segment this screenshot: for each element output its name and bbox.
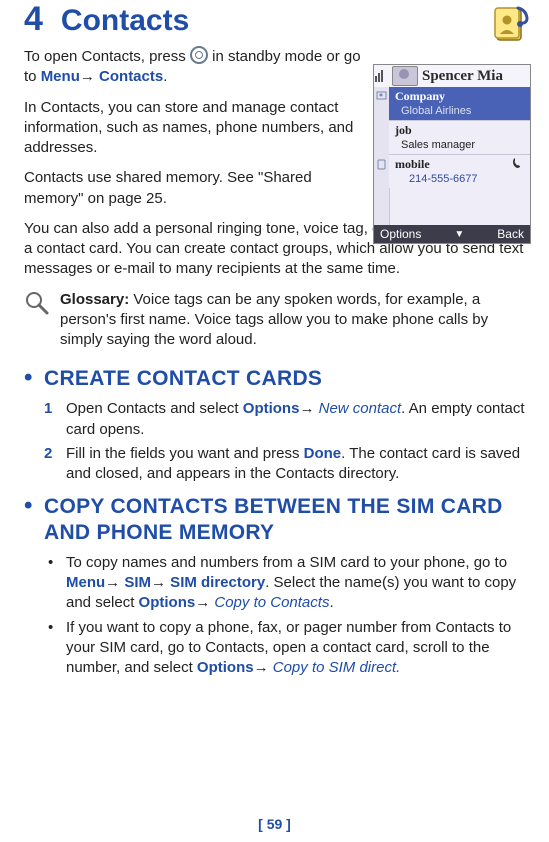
intro-paragraph-2: In Contacts, you can store and manage co… — [24, 98, 364, 159]
magnifier-icon — [24, 290, 50, 351]
page-number: [ 59 ] — [0, 816, 549, 832]
bullet-copy-from-sim: To copy names and numbers from a SIM car… — [44, 553, 529, 614]
phone-softkey-back: Back — [497, 227, 524, 241]
contact-avatar — [392, 66, 418, 86]
chapter-title: Contacts — [61, 6, 189, 36]
scroll-down-icon: ▼ — [454, 229, 464, 240]
signal-icon — [374, 66, 388, 87]
step-2: 2 Fill in the fields you want and press … — [44, 444, 529, 485]
bullet-copy-to-sim: If you want to copy a phone, fax, or pag… — [44, 618, 529, 679]
phone-field-mobile: mobile 214-555-6677 — [389, 155, 530, 188]
step-1: 1 Open Contacts and select Options→ New … — [44, 399, 529, 440]
glossary-block: Glossary: Voice tags can be any spoken w… — [24, 290, 529, 351]
glossary-label: Glossary: — [60, 291, 129, 308]
intro-paragraph-3: Contacts use shared memory. See "Shared … — [24, 168, 364, 209]
contacts-app-icon — [491, 2, 531, 51]
section-heading-create: CREATE CONTACT CARDS — [24, 366, 529, 391]
handset-icon — [512, 157, 524, 172]
phone-field-company: Company Global Airlines — [389, 87, 530, 121]
phone-softkey-options: Options — [380, 227, 421, 241]
phone-side-icons — [374, 87, 390, 225]
center-key-icon — [190, 46, 208, 64]
intro-paragraph-1: To open Contacts, press in standby mode … — [24, 46, 364, 88]
phone-screenshot: Spencer Mia Company Global Airlines job … — [373, 64, 531, 244]
contact-name: Spencer Mia — [422, 68, 503, 85]
chapter-number: 4 — [24, 2, 43, 36]
section-heading-copy: COPY CONTACTS BETWEEN THE SIM CARD AND P… — [24, 494, 529, 544]
phone-field-job: job Sales manager — [389, 121, 530, 155]
